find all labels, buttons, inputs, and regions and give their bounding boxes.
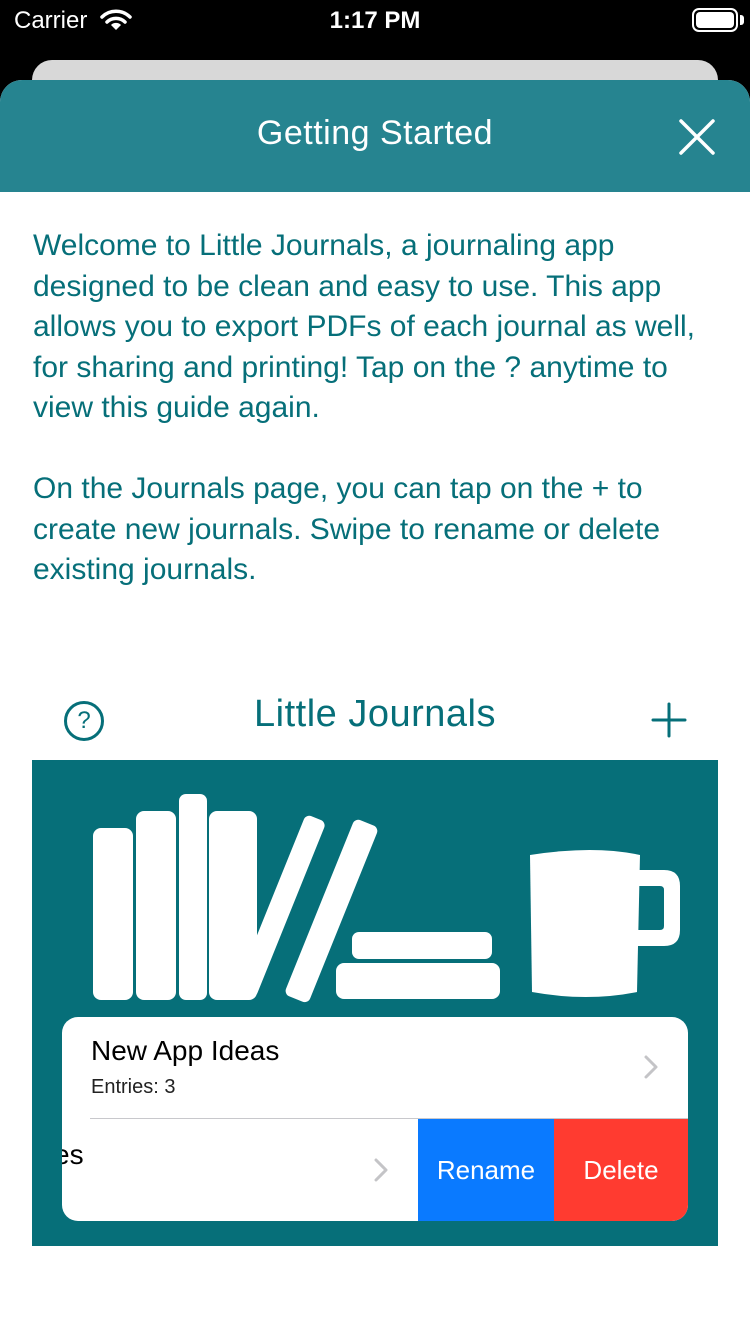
chevron-right-icon [644, 1055, 658, 1079]
guide-paragraph: On the Journals page, you can tap on the… [33, 472, 661, 586]
journal-row[interactable]: New App Ideas Entries: 3 [62, 1017, 688, 1118]
chevron-right-icon [374, 1158, 388, 1182]
battery-icon [692, 8, 738, 32]
journal-title: New App Ideas [91, 1035, 280, 1066]
journal-entries-count: Entries: 3 [91, 1076, 176, 1098]
getting-started-sheet: Getting Started Welcome to Little Journa… [0, 80, 750, 1334]
journals-preview: New App Ideas Entries: 3 es Rename Delet… [32, 760, 718, 1246]
close-icon[interactable] [672, 112, 722, 162]
preview-nav-bar: ? Little Journals [32, 685, 718, 755]
status-time: 1:17 PM [329, 7, 421, 34]
guide-paragraph: Welcome to Little Journals, a journaling… [33, 229, 695, 424]
journal-row-swiped[interactable]: es Rename Delete [62, 1119, 688, 1221]
status-bar: Carrier 1:17 PM [0, 0, 750, 40]
guide-text: Welcome to Little Journals, a journaling… [33, 226, 723, 631]
preview-nav-title: Little Journals [254, 693, 496, 735]
sheet-header: Getting Started [0, 80, 750, 192]
bookshelf-illustration [93, 794, 680, 1003]
delete-button[interactable]: Delete [554, 1119, 688, 1221]
journal-list: New App Ideas Entries: 3 es Rename Delet… [62, 1017, 688, 1221]
plus-icon [651, 702, 687, 738]
battery-cap [740, 15, 744, 25]
journal-title: es [62, 1139, 84, 1170]
sheet-title: Getting Started [256, 114, 494, 152]
rename-button[interactable]: Rename [418, 1119, 554, 1221]
